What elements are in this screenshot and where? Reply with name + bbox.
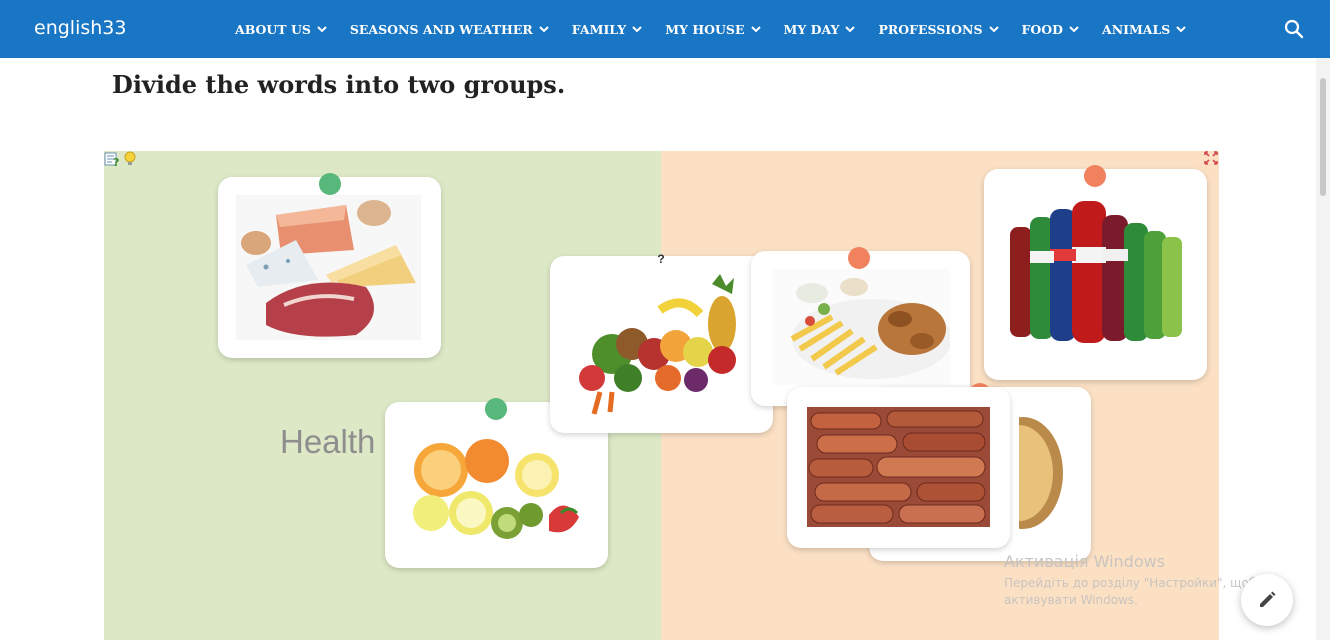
search-icon[interactable] [1283,18,1305,40]
chevron-down-icon [988,26,999,33]
page-title: Divide the words into two groups. [112,70,566,99]
snack-bowl-image [1019,417,1063,529]
top-nav-bar: english33 ABOUT US SEASONS AND WEATHER F… [0,0,1330,58]
nav-item-label: ANIMALS [1102,21,1171,37]
chevron-down-icon [750,26,761,33]
nav-item-my-day[interactable]: MY DAY [784,22,857,37]
windows-activation-watermark: Активація Windows Перейдіть до розділу "… [1004,552,1256,609]
watermark-title: Активація Windows [1004,552,1166,571]
chevron-down-icon [317,26,327,33]
card-pin [485,398,507,420]
protein-food-image [236,195,421,340]
activity-controls: ? [104,151,138,167]
chevron-down-icon [845,26,856,33]
watermark-line2: активувати Windows. [1004,593,1138,607]
chevron-down-icon [632,26,642,33]
fullscreen-icon[interactable] [1204,151,1218,165]
nav-item-label: MY DAY [783,21,840,37]
nav-item-my-house[interactable]: MY HOUSE [665,22,761,37]
card-pin [319,173,341,195]
card-sausages[interactable] [787,387,1010,548]
edit-fab-button[interactable] [1241,574,1293,626]
nav-item-family[interactable]: FAMILY [572,22,643,37]
nav-item-about-us[interactable]: ABOUT US [235,22,328,37]
nav-item-label: ABOUT US [235,21,311,37]
soda-bottles-image [1010,201,1182,343]
scrollbar-thumb[interactable] [1320,78,1326,196]
check-answers-icon[interactable]: ? [104,151,120,167]
nav-item-professions[interactable]: PROFESSIONS [878,22,999,37]
nav-item-label: FOOD [1021,21,1064,37]
main-nav: ABOUT US SEASONS AND WEATHER FAMILY MY H… [235,0,1209,58]
nav-item-seasons-and-weather[interactable]: SEASONS AND WEATHER [350,22,550,37]
group-label-healthy: Health [280,423,376,460]
card-pin-question: ? [657,252,665,266]
nav-item-animals[interactable]: ANIMALS [1102,22,1187,37]
site-logo[interactable]: english33 [34,17,126,39]
card-fast-food-platter[interactable] [751,247,970,406]
card-protein-food[interactable] [218,173,441,358]
card-soda-bottles[interactable] [984,165,1207,380]
nav-item-label: MY HOUSE [665,21,745,37]
nav-item-label: PROFESSIONS [878,21,983,37]
svg-text:?: ? [113,156,119,167]
watermark-line1: Перейдіть до розділу "Настройки", щоб [1004,576,1257,590]
hint-lightbulb-icon[interactable] [122,151,138,167]
card-fruits-vegetables[interactable]: ? [550,252,773,433]
fast-food-platter-image [772,269,950,385]
pencil-icon [1260,591,1276,607]
nav-item-food[interactable]: FOOD [1022,22,1081,37]
card-pin [848,247,870,269]
card-pin [1084,165,1106,187]
chevron-down-icon [539,26,549,33]
chevron-down-icon [1069,26,1079,33]
chevron-down-icon [1176,26,1187,33]
nav-item-label: SEASONS AND WEATHER [349,21,533,37]
fruit-image [413,439,579,539]
nav-item-label: FAMILY [571,21,627,37]
fruits-vegetables-image [579,274,736,415]
sausages-image [807,407,990,527]
